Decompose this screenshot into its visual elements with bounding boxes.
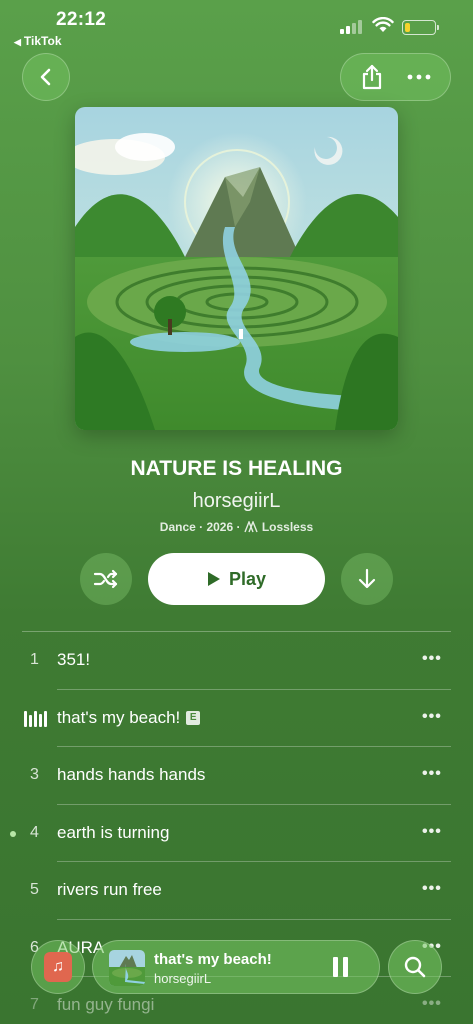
cellular-signal-icon: [340, 20, 362, 34]
explicit-badge: E: [186, 710, 201, 725]
search-icon: [404, 956, 426, 978]
ellipsis-icon: [407, 74, 431, 80]
album-meta: Dance · 2026 · Lossless: [0, 520, 473, 534]
music-app-button[interactable]: ♫: [31, 940, 85, 994]
music-app-icon: ♫: [44, 952, 72, 982]
track-row-now-playing[interactable]: that's my beach! E •••: [0, 690, 473, 747]
track-row[interactable]: 1 351! •••: [0, 632, 473, 690]
track-title-text: fun guy fungi: [57, 995, 155, 1014]
pause-icon: [332, 957, 338, 977]
album-artist[interactable]: horsegiirL: [0, 490, 473, 513]
track-number: 1: [30, 651, 39, 668]
track-row[interactable]: 3 hands hands hands •••: [0, 747, 473, 805]
album-meta-text: Dance · 2026 ·: [159, 520, 244, 534]
track-title-text: rivers run free: [57, 880, 162, 899]
shuffle-icon: [93, 569, 118, 589]
track-row[interactable]: 4 earth is turning •••: [0, 805, 473, 862]
track-more-button[interactable]: •••: [422, 880, 442, 898]
status-bar: 22:12 ◀ TikTok: [0, 0, 473, 52]
back-to-app-link[interactable]: ◀ TikTok: [14, 34, 62, 48]
back-app-label: TikTok: [23, 34, 62, 48]
mini-player-artwork: [109, 950, 145, 986]
more-options-button[interactable]: [399, 57, 439, 97]
pause-button[interactable]: [329, 957, 351, 979]
track-title-text: hands hands hands: [57, 765, 206, 784]
mini-player-artist: horsegiirL: [154, 971, 212, 986]
track-title-text: earth is turning: [57, 822, 170, 842]
new-track-dot: [10, 830, 16, 837]
track-title-text: that's my beach!: [57, 707, 181, 727]
play-icon: [207, 572, 220, 586]
track-title: fun guy fungi: [57, 995, 154, 1015]
search-button[interactable]: [388, 940, 442, 994]
track-title: rivers run free: [57, 880, 162, 900]
now-playing-bars-icon: [24, 710, 47, 727]
track-more-button[interactable]: •••: [422, 765, 442, 783]
track-title: earth is turning: [57, 823, 169, 843]
chevron-left-icon: [40, 68, 51, 86]
track-number: 4: [30, 823, 39, 841]
play-button[interactable]: Play: [148, 553, 325, 605]
track-number: 5: [30, 881, 39, 898]
track-more-button[interactable]: •••: [422, 708, 442, 726]
track-number: 7: [30, 996, 39, 1013]
nav-actions: [340, 53, 451, 101]
share-icon: [363, 64, 382, 90]
mini-artwork-illustration: [109, 950, 145, 986]
mini-player-title: that's my beach!: [154, 951, 272, 968]
battery-icon: [402, 20, 439, 35]
play-label: Play: [228, 568, 267, 589]
track-more-button[interactable]: •••: [422, 650, 442, 668]
album-artwork: [75, 107, 398, 430]
mini-player[interactable]: that's my beach! horsegiirL: [92, 940, 380, 994]
lossless-label: Lossless: [261, 520, 314, 534]
shuffle-button[interactable]: [80, 553, 132, 605]
track-title: hands hands hands: [57, 765, 205, 785]
pause-icon-bar: [342, 957, 348, 977]
wifi-icon: [372, 17, 394, 32]
share-button[interactable]: [352, 57, 392, 97]
track-row[interactable]: 5 rivers run free •••: [0, 862, 473, 920]
track-number: 3: [30, 766, 39, 783]
track-title: that's my beach! E: [57, 707, 201, 728]
album-artwork-illustration: [75, 107, 398, 430]
download-icon: [358, 568, 376, 589]
back-button[interactable]: [22, 53, 70, 101]
track-more-button[interactable]: •••: [422, 823, 442, 841]
album-title: NATURE IS HEALING: [130, 457, 343, 480]
back-triangle-icon: ◀: [14, 37, 21, 47]
track-title: 351!: [57, 650, 90, 670]
download-button[interactable]: [341, 553, 393, 605]
lossless-icon: [244, 521, 258, 533]
status-time: 22:12: [56, 9, 107, 30]
track-more-button[interactable]: •••: [422, 995, 442, 1013]
battery-level: [405, 23, 410, 32]
track-title-text: 351!: [57, 650, 91, 669]
